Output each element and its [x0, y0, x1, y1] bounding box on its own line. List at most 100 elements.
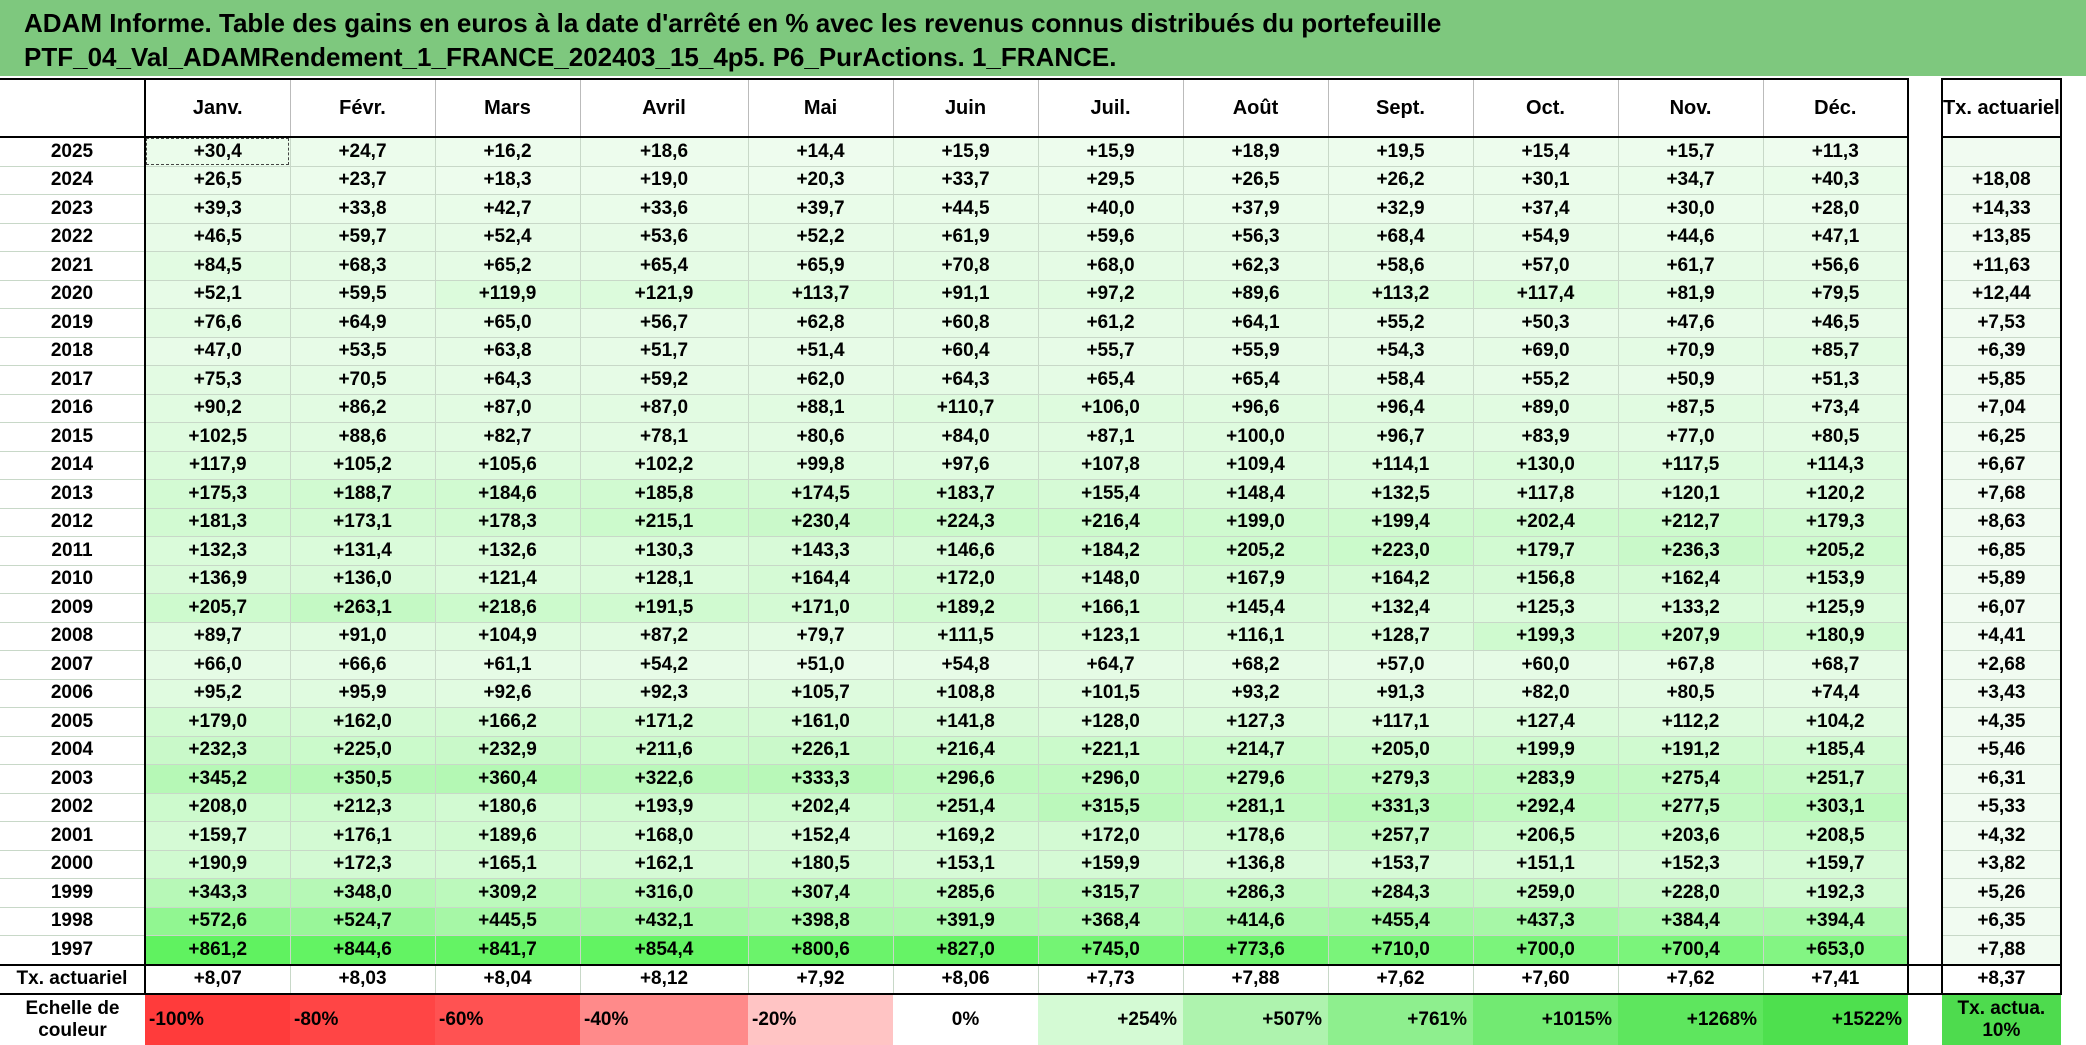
gain-cell: +87,5: [1617, 393, 1764, 423]
gain-cell: +66,6: [289, 650, 436, 680]
rate-cell: [1941, 136, 2062, 167]
gain-cell: +99,8: [747, 450, 894, 480]
gain-cell: +61,2: [1037, 308, 1184, 338]
gain-cell: +77,0: [1617, 422, 1764, 452]
gain-cell: +132,5: [1327, 479, 1474, 509]
gain-cell: +80,5: [1617, 678, 1764, 708]
gain-cell: +68,3: [289, 251, 436, 281]
gain-cell: +432,1: [579, 906, 749, 936]
gain-cell: +180,6: [434, 792, 581, 822]
color-scale-swatch: -60%: [435, 993, 580, 1045]
gain-cell: +46,5: [1762, 308, 1909, 338]
spacer-cell: [1908, 251, 1942, 280]
spacer-cell: [1908, 821, 1942, 850]
gain-cell: +141,8: [892, 707, 1039, 737]
month-header: Juin: [892, 78, 1039, 138]
gain-cell: +127,3: [1182, 707, 1329, 737]
gain-cell: +84,0: [892, 422, 1039, 452]
spacer-cell: [1908, 907, 1942, 936]
rate-cell: +2,68: [1941, 650, 2062, 680]
gain-cell: +108,8: [892, 678, 1039, 708]
gain-cell: +333,3: [747, 764, 894, 794]
gain-cell: +136,9: [144, 564, 291, 594]
gain-cell: +28,0: [1762, 194, 1909, 224]
gain-cell: +205,2: [1762, 536, 1909, 566]
gain-cell: +11,3: [1762, 136, 1909, 167]
gain-cell: +225,0: [289, 735, 436, 765]
table-row: 2025 +30,4 +24,7 +16,2 +18,6 +14,4 +15,9 +15,9 +…: [0, 136, 2062, 167]
gain-cell: +205,2: [1182, 536, 1329, 566]
spacer-cell: [1908, 593, 1942, 622]
gain-cell: +89,7: [144, 621, 291, 651]
table-row: 2014 +117,9 +105,2 +105,6 +102,2 +99,8 +97,6 +1…: [0, 450, 2062, 480]
gain-cell: +26,5: [144, 165, 291, 195]
gain-cell: +120,1: [1617, 479, 1764, 509]
gain-cell: +114,1: [1327, 450, 1474, 480]
gain-cell: +32,9: [1327, 194, 1474, 224]
spacer-cell: [1908, 166, 1942, 195]
gain-cell: +16,2: [434, 136, 581, 167]
rate-cell: +5,33: [1941, 792, 2062, 822]
gain-cell: +199,4: [1327, 507, 1474, 537]
gain-cell: +59,2: [579, 365, 749, 395]
gain-cell: +30,1: [1472, 165, 1619, 195]
gain-cell: +67,8: [1617, 650, 1764, 680]
gain-cell: +55,9: [1182, 336, 1329, 366]
gain-cell: +92,3: [579, 678, 749, 708]
gain-cell: +51,4: [747, 336, 894, 366]
average-rate-cell: +8,37: [1941, 963, 2062, 995]
year-label: 2012: [0, 507, 146, 537]
gain-cell: +193,9: [579, 792, 749, 822]
gain-cell: +745,0: [1037, 935, 1184, 965]
table-row: 2017 +75,3 +70,5 +64,3 +59,2 +62,0 +64,3 +65,4 +…: [0, 365, 2062, 395]
gain-cell: +345,2: [144, 764, 291, 794]
spacer-cell: [1908, 536, 1942, 565]
gain-cell: +191,5: [579, 593, 749, 623]
rate-header: Tx. actuariel: [1941, 78, 2062, 138]
gain-cell: +179,7: [1472, 536, 1619, 566]
gain-cell: +189,2: [892, 593, 1039, 623]
gain-cell: +65,4: [1037, 365, 1184, 395]
spacer-cell: [1908, 79, 1942, 137]
gain-cell: +343,3: [144, 878, 291, 908]
gain-cell: +130,0: [1472, 450, 1619, 480]
gain-cell: +800,6: [747, 935, 894, 965]
gain-cell: +281,1: [1182, 792, 1329, 822]
gain-cell: +93,2: [1182, 678, 1329, 708]
gain-cell: +841,7: [434, 935, 581, 965]
gain-cell: +394,4: [1762, 906, 1909, 936]
gain-cell: +572,6: [144, 906, 291, 936]
gain-cell: +47,1: [1762, 222, 1909, 252]
rate-cell: +4,32: [1941, 821, 2062, 851]
gain-cell: +79,5: [1762, 279, 1909, 309]
table-row: 2015 +102,5 +88,6 +82,7 +78,1 +80,6 +84,0 +87,1…: [0, 422, 2062, 452]
table-row: 2012 +181,3 +173,1 +178,3 +215,1 +230,4 +224,3…: [0, 507, 2062, 537]
gain-cell: +207,9: [1617, 621, 1764, 651]
gain-cell: +52,1: [144, 279, 291, 309]
gain-cell: +113,7: [747, 279, 894, 309]
gain-cell: +162,4: [1617, 564, 1764, 594]
spacer-cell: [1908, 793, 1942, 822]
average-label: Tx. actuariel: [0, 963, 146, 995]
gain-cell: +44,6: [1617, 222, 1764, 252]
gain-cell: +161,0: [747, 707, 894, 737]
table-row: 2005 +179,0 +162,0 +166,2 +171,2 +161,0 +141,8…: [0, 707, 2062, 737]
month-header: Févr.: [289, 78, 436, 138]
gain-cell: +65,0: [434, 308, 581, 338]
year-label: 2025: [0, 136, 146, 167]
spacer-cell: [1908, 878, 1942, 907]
gain-cell: +20,3: [747, 165, 894, 195]
gain-cell: +844,6: [289, 935, 436, 965]
gain-cell: +68,0: [1037, 251, 1184, 281]
average-cell: +8,12: [579, 963, 749, 995]
gain-cell: +105,7: [747, 678, 894, 708]
table-row: 2010 +136,9 +136,0 +121,4 +128,1 +164,4 +172,0…: [0, 564, 2062, 594]
gain-cell: +18,9: [1182, 136, 1329, 167]
gain-cell: +178,3: [434, 507, 581, 537]
gain-cell: +205,0: [1327, 735, 1474, 765]
gain-cell: +315,5: [1037, 792, 1184, 822]
year-label: 2021: [0, 251, 146, 281]
gain-cell: +82,0: [1472, 678, 1619, 708]
gain-cell: +315,7: [1037, 878, 1184, 908]
gain-cell: +348,0: [289, 878, 436, 908]
